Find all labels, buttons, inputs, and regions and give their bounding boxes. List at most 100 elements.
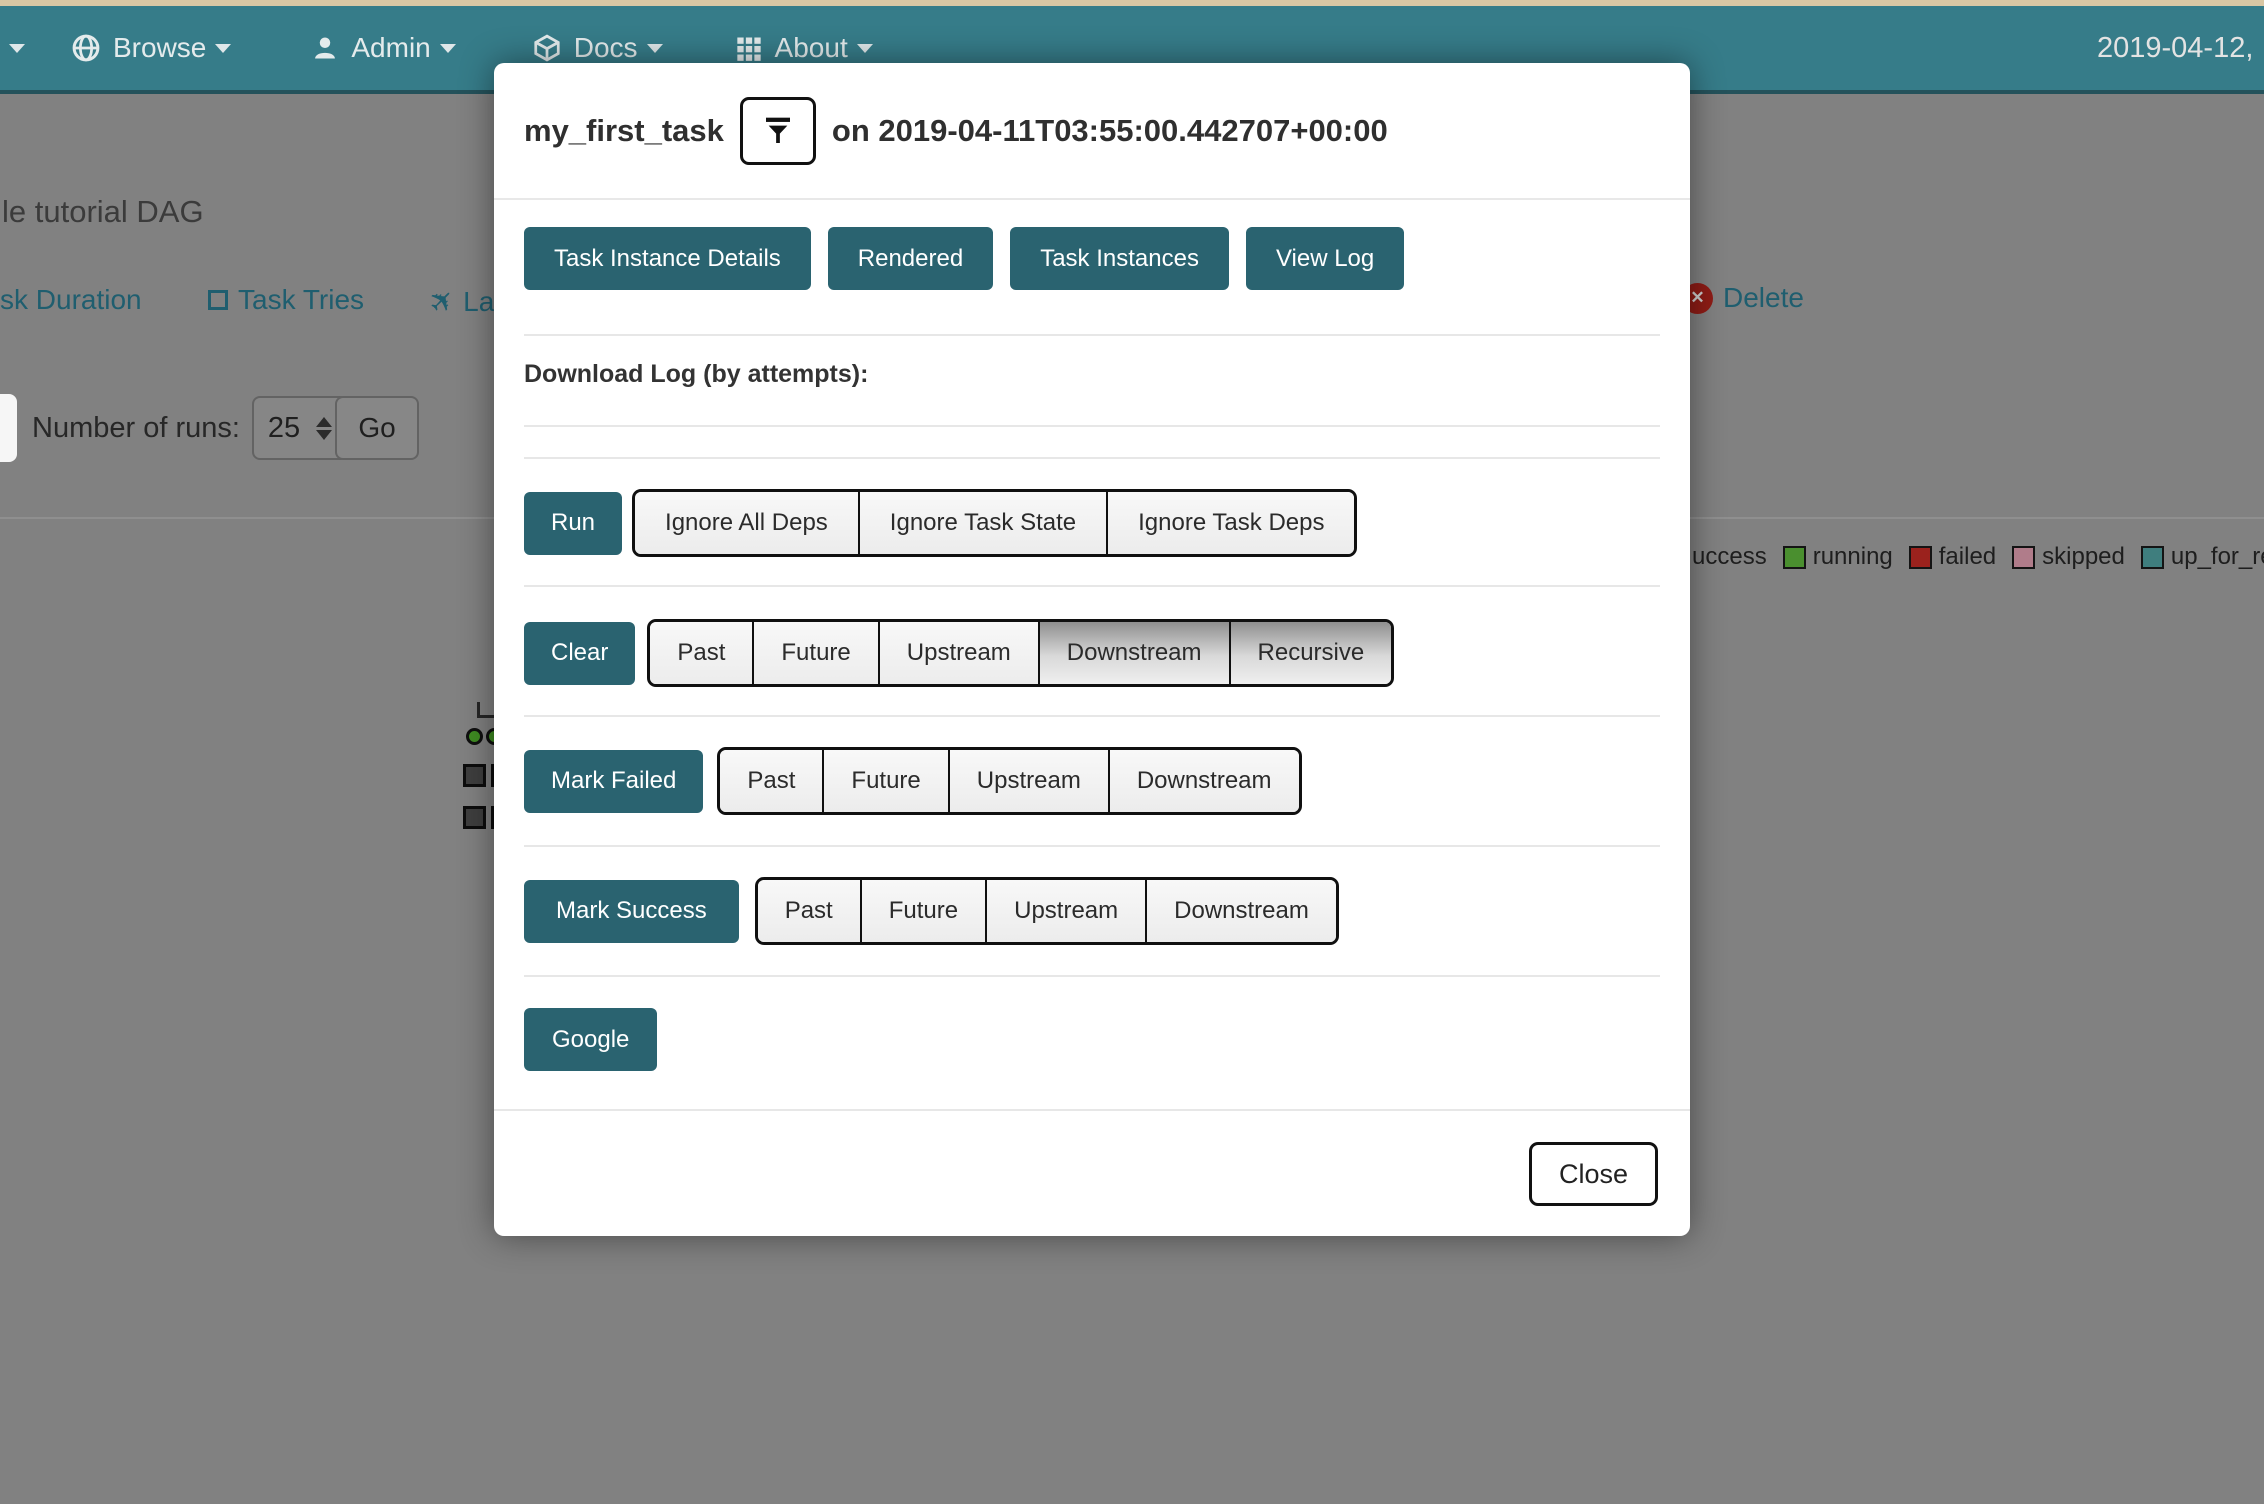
square-icon	[208, 290, 228, 310]
legend-skipped-swatch	[2012, 546, 2035, 569]
legend-running-swatch	[1783, 546, 1806, 569]
chevron-down-icon	[215, 44, 231, 53]
tab-task-tries-label: Task Tries	[238, 284, 364, 316]
mark-failed-action-row: Mark Failed Past Future Upstream Downstr…	[524, 747, 1660, 815]
toggle-ignore-all-deps[interactable]: Ignore All Deps	[635, 492, 858, 554]
filter-icon	[762, 115, 794, 147]
divider	[524, 457, 1660, 459]
mark-success-button[interactable]: Mark Success	[524, 880, 739, 943]
mark-failed-button[interactable]: Mark Failed	[524, 750, 703, 813]
divider	[524, 425, 1660, 427]
tab-task-duration[interactable]: sk Duration	[0, 284, 142, 316]
run-timestamp: on 2019-04-11T03:55:00.442707+00:00	[832, 113, 1388, 149]
toggle-future[interactable]: Future	[860, 880, 985, 942]
mark-success-action-row: Mark Success Past Future Upstream Downst…	[524, 877, 1660, 945]
chevron-down-icon[interactable]	[9, 44, 25, 53]
tab-landing-times-label: La	[463, 286, 494, 318]
nav-menu-browse[interactable]: Browse	[71, 32, 231, 64]
legend-success-label: uccess	[1692, 543, 1767, 571]
go-button-label: Go	[358, 412, 395, 444]
delete-label: Delete	[1723, 282, 1804, 314]
go-button[interactable]: Go	[335, 396, 419, 460]
toggle-downstream[interactable]: Downstream	[1145, 880, 1336, 942]
plane-icon: ✈	[421, 280, 464, 323]
clear-action-row: Clear Past Future Upstream Downstream Re…	[524, 619, 1660, 687]
divider	[524, 334, 1660, 336]
divider	[524, 845, 1660, 847]
toggle-upstream[interactable]: Upstream	[948, 750, 1108, 812]
nav-about-label: About	[775, 32, 848, 64]
nav-menu-docs[interactable]: Docs	[532, 32, 663, 64]
rendered-button[interactable]: Rendered	[828, 227, 993, 290]
number-of-runs-label: Number of runs:	[32, 412, 240, 445]
legend-item-success: uccess	[1692, 543, 1767, 571]
legend-failed-label: failed	[1939, 543, 1996, 571]
legend-item-skipped: skipped	[2012, 543, 2125, 571]
filter-button[interactable]	[740, 97, 816, 165]
number-of-runs-select[interactable]: 25	[252, 396, 348, 460]
toggle-downstream[interactable]: Downstream	[1038, 622, 1229, 684]
user-icon	[311, 34, 339, 62]
toggle-past[interactable]: Past	[720, 750, 822, 812]
task-instances-button[interactable]: Task Instances	[1010, 227, 1229, 290]
number-of-runs-row: Number of runs: 25	[32, 396, 348, 460]
tab-task-tries[interactable]: Task Tries	[208, 284, 364, 316]
toggle-downstream[interactable]: Downstream	[1108, 750, 1299, 812]
toggle-past[interactable]: Past	[650, 622, 752, 684]
clear-button[interactable]: Clear	[524, 622, 635, 685]
nav-menu-about[interactable]: About	[735, 32, 873, 64]
base-date-input-fragment[interactable]	[0, 394, 17, 462]
run-options-group: Ignore All Deps Ignore Task State Ignore…	[632, 489, 1357, 557]
task-name: my_first_task	[524, 113, 724, 149]
task-instance-details-button[interactable]: Task Instance Details	[524, 227, 811, 290]
mark-success-options-group: Past Future Upstream Downstream	[755, 877, 1339, 945]
divider	[524, 975, 1660, 977]
google-button[interactable]: Google	[524, 1008, 657, 1071]
modal-body: Task Instance Details Rendered Task Inst…	[494, 227, 1690, 1071]
tab-task-duration-label: sk Duration	[0, 284, 142, 316]
globe-icon	[71, 33, 101, 63]
divider	[524, 585, 1660, 587]
number-of-runs-value: 25	[268, 412, 300, 445]
tab-landing-times[interactable]: ✈ La	[430, 284, 494, 319]
task-instance-modal: my_first_task on 2019-04-11T03:55:00.442…	[494, 63, 1690, 1236]
view-log-button[interactable]: View Log	[1246, 227, 1404, 290]
toggle-past[interactable]: Past	[758, 880, 860, 942]
screen: le tutorial DAG sk Duration Task Tries ✈…	[0, 0, 2264, 1504]
toggle-recursive[interactable]: Recursive	[1229, 622, 1392, 684]
toggle-ignore-task-state[interactable]: Ignore Task State	[858, 492, 1106, 554]
toggle-upstream[interactable]: Upstream	[985, 880, 1145, 942]
modal-footer: Close	[494, 1109, 1690, 1236]
toggle-future[interactable]: Future	[752, 622, 877, 684]
task-instance-square[interactable]	[463, 806, 486, 829]
toggle-ignore-task-deps[interactable]: Ignore Task Deps	[1106, 492, 1354, 554]
run-button[interactable]: Run	[524, 492, 622, 555]
nav-browse-label: Browse	[113, 32, 206, 64]
close-button[interactable]: Close	[1529, 1142, 1658, 1206]
modal-title: my_first_task on 2019-04-11T03:55:00.442…	[524, 97, 1388, 165]
legend-item-failed: failed	[1909, 543, 1996, 571]
legend-skipped-label: skipped	[2042, 543, 2125, 571]
legend-item-up-for-reschedule: up_for_resche	[2141, 543, 2264, 571]
download-log-label: Download Log (by attempts):	[524, 360, 1660, 389]
dag-run-circle[interactable]	[466, 728, 483, 745]
chevron-down-icon	[857, 44, 873, 53]
modal-header: my_first_task on 2019-04-11T03:55:00.442…	[494, 63, 1690, 200]
delete-dag-link[interactable]: ✕ Delete	[1682, 282, 1804, 314]
legend-running-label: running	[1813, 543, 1893, 571]
grid-icon	[735, 34, 763, 62]
toggle-future[interactable]: Future	[822, 750, 947, 812]
nav-menu-admin[interactable]: Admin	[311, 32, 455, 64]
cube-icon	[532, 33, 562, 63]
dag-description: le tutorial DAG	[2, 194, 204, 230]
toggle-upstream[interactable]: Upstream	[878, 622, 1038, 684]
detail-button-row: Task Instance Details Rendered Task Inst…	[524, 227, 1660, 290]
task-instance-square[interactable]	[463, 764, 486, 787]
stepper-icon	[316, 417, 332, 440]
nav-docs-label: Docs	[574, 32, 638, 64]
legend-failed-swatch	[1909, 546, 1932, 569]
mark-failed-options-group: Past Future Upstream Downstream	[717, 747, 1301, 815]
legend-up-for-reschedule-label: up_for_resche	[2171, 543, 2264, 571]
run-action-row: Run Ignore All Deps Ignore Task State Ig…	[524, 489, 1660, 557]
navbar-date: 2019-04-12,	[2097, 6, 2253, 90]
